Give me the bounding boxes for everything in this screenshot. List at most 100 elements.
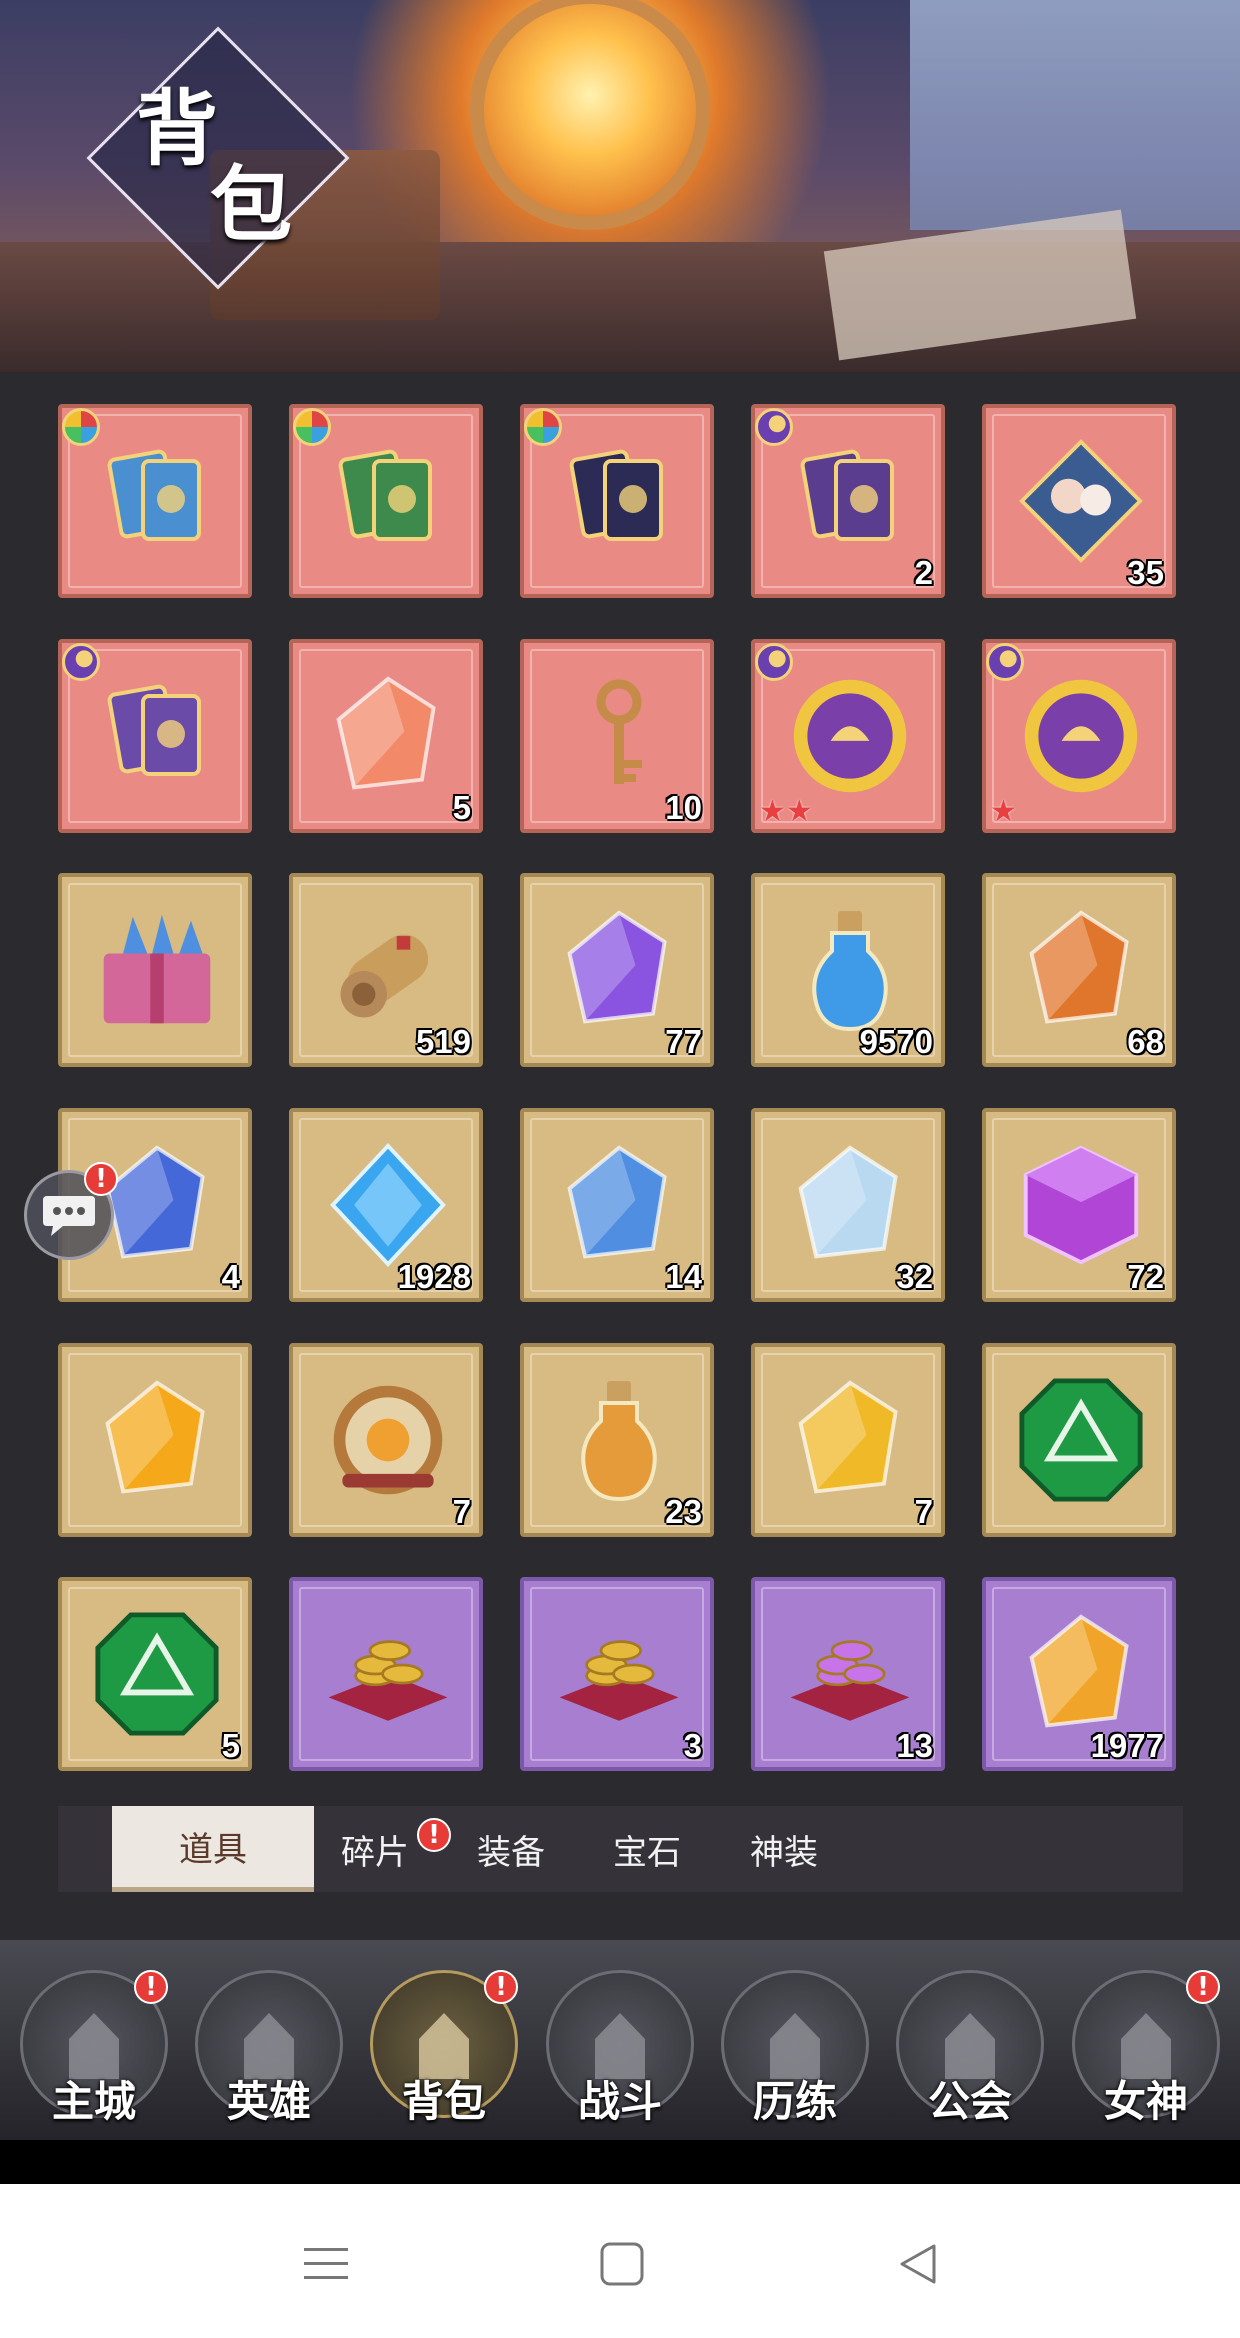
tab-5[interactable]: 神装	[716, 1806, 852, 1892]
inventory-slot[interactable]: 9570	[751, 873, 945, 1067]
item-vial-icon	[787, 907, 913, 1033]
item-count: 23	[665, 1493, 702, 1530]
inventory-slot[interactable]	[289, 1577, 483, 1771]
nav-label: 战斗	[577, 2077, 662, 2126]
nav-alert-badge: !	[134, 1970, 168, 2004]
tab-label: 道具	[179, 1830, 247, 1870]
inventory-slot[interactable]	[58, 404, 252, 598]
nav-label: 历练	[752, 2077, 837, 2126]
inventory-slot[interactable]: 13	[751, 1577, 945, 1771]
item-cards-icon	[94, 438, 220, 564]
nav-item-hood[interactable]: 英雄	[189, 1970, 349, 2138]
moon-faction-badge-icon	[986, 643, 1024, 681]
item-count: 9570	[859, 1023, 933, 1060]
tab-label: 装备	[477, 1832, 545, 1873]
item-count: 519	[415, 1023, 471, 1060]
item-gem-icon	[787, 1377, 913, 1503]
item-count: 10	[665, 789, 702, 826]
inventory-slot[interactable]: 77	[520, 873, 714, 1067]
item-rune-icon	[1018, 1377, 1144, 1503]
item-gift-icon	[94, 907, 220, 1033]
faction-all-badge-icon	[62, 408, 100, 446]
nav-item-swords[interactable]: 战斗	[540, 1970, 700, 2138]
inventory-slot[interactable]: 72	[982, 1108, 1176, 1302]
inventory-grid: 2 35 5 10 ★★ ★ 519 77 9570 68 4 1928 14 32 72 7 23 7 5 3 13 1…	[58, 404, 1183, 1774]
inventory-slot[interactable]: 14	[520, 1108, 714, 1302]
nav-label: 英雄	[226, 2077, 311, 2126]
inventory-slot[interactable]: 3	[520, 1577, 714, 1771]
nav-alert-badge: !	[484, 1970, 518, 2004]
nav-item-map[interactable]: 历练	[715, 1970, 875, 2138]
nav-item-shield[interactable]: 公会	[890, 1970, 1050, 2138]
inventory-slot[interactable]: 23	[520, 1343, 714, 1537]
inventory-slot[interactable]	[289, 404, 483, 598]
inventory-slot[interactable]: 2	[751, 404, 945, 598]
inventory-slot[interactable]	[982, 1343, 1176, 1537]
inventory-slot[interactable]	[58, 1343, 252, 1537]
inventory-slot[interactable]: 10	[520, 639, 714, 833]
nav-item-goddess[interactable]: 女神!	[1066, 1970, 1226, 2138]
inventory-slot[interactable]	[58, 639, 252, 833]
title-char-2: 包	[210, 157, 293, 253]
inventory-slot[interactable]: 32	[751, 1108, 945, 1302]
inventory-slot[interactable]: 1977	[982, 1577, 1176, 1771]
nav-item-backpack[interactable]: 背包!	[364, 1970, 524, 2138]
item-gem-icon	[94, 1377, 220, 1503]
item-gem-icon	[1018, 1611, 1144, 1737]
item-count: 13	[896, 1727, 933, 1764]
item-gem-icon	[556, 907, 682, 1033]
header-banner: 背 包	[0, 0, 1240, 372]
nav-item-castle[interactable]: 主城!	[14, 1970, 174, 2138]
inventory-slot[interactable]: 1928	[289, 1108, 483, 1302]
item-count: 5	[221, 1727, 240, 1764]
inventory-slot[interactable]: 7	[751, 1343, 945, 1537]
tab-label: 宝石	[613, 1832, 681, 1873]
nav-label: 公会	[927, 2077, 1012, 2126]
item-gem-icon	[325, 673, 451, 799]
chat-alert-badge: !	[84, 1162, 118, 1196]
item-cards-icon	[556, 438, 682, 564]
item-key-icon	[556, 673, 682, 799]
item-cards-icon	[787, 438, 913, 564]
tab-4[interactable]: 宝石	[579, 1806, 715, 1892]
inventory-slot[interactable]: 35	[982, 404, 1176, 598]
item-count: 7	[914, 1493, 933, 1530]
nav-label: 女神	[1103, 2077, 1188, 2126]
item-ring-icon	[787, 673, 913, 799]
item-rune-icon	[94, 1611, 220, 1737]
inventory-slot[interactable]: 5	[58, 1577, 252, 1771]
inventory-slot[interactable]: ★	[982, 639, 1176, 833]
inventory-slot[interactable]: 5	[289, 639, 483, 833]
category-tabs: 道具 碎片! 装备 宝石 神装	[58, 1806, 1183, 1892]
item-count: 1977	[1090, 1727, 1164, 1764]
system-navigation-bar	[0, 2184, 1240, 2338]
faction-all-badge-icon	[293, 408, 331, 446]
tab-1[interactable]: 道具	[112, 1806, 314, 1892]
inventory-slot[interactable]: 68	[982, 873, 1176, 1067]
tab-3[interactable]: 装备	[443, 1806, 579, 1892]
item-count: 3	[683, 1727, 702, 1764]
star-rating: ★	[990, 794, 1017, 829]
nav-alert-badge: !	[1186, 1970, 1220, 2004]
item-count: 7	[452, 1493, 471, 1530]
item-cards-icon	[325, 438, 451, 564]
item-emblem-icon	[325, 1377, 451, 1503]
inventory-slot[interactable]	[520, 404, 714, 598]
inventory-slot[interactable]: ★★	[751, 639, 945, 833]
banner-window-art	[910, 0, 1240, 230]
tab-2[interactable]: 碎片	[307, 1806, 443, 1892]
inventory-slot[interactable]	[58, 873, 252, 1067]
moon-faction-badge-icon	[62, 643, 100, 681]
chat-bubble-icon	[43, 1196, 95, 1236]
item-count: 5	[452, 789, 471, 826]
back-icon[interactable]	[888, 2234, 948, 2294]
tab-label: 碎片	[341, 1832, 409, 1873]
menu-icon[interactable]	[296, 2234, 356, 2294]
item-count: 77	[665, 1023, 702, 1060]
inventory-slot[interactable]: 519	[289, 873, 483, 1067]
inventory-slot[interactable]: 7	[289, 1343, 483, 1537]
item-gem-icon	[1018, 907, 1144, 1033]
item-scroll-icon	[325, 907, 451, 1033]
nav-label: 主城	[51, 2077, 136, 2126]
home-icon[interactable]	[592, 2234, 652, 2294]
